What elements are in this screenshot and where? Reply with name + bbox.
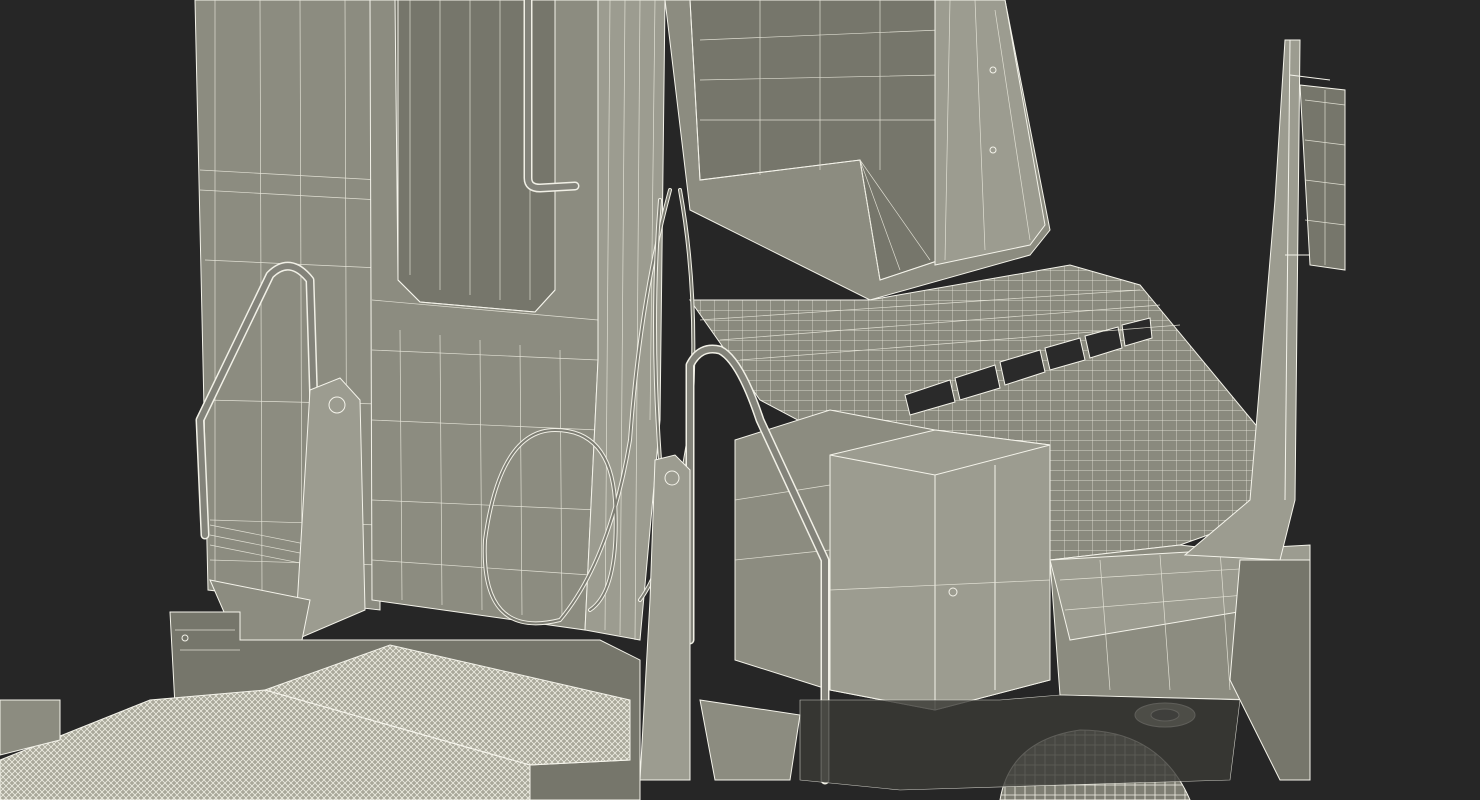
render-viewport xyxy=(0,0,1480,800)
battery-box xyxy=(734,409,1051,711)
windshield-frame xyxy=(664,0,1051,301)
truck-wireframe-render xyxy=(0,0,1346,800)
